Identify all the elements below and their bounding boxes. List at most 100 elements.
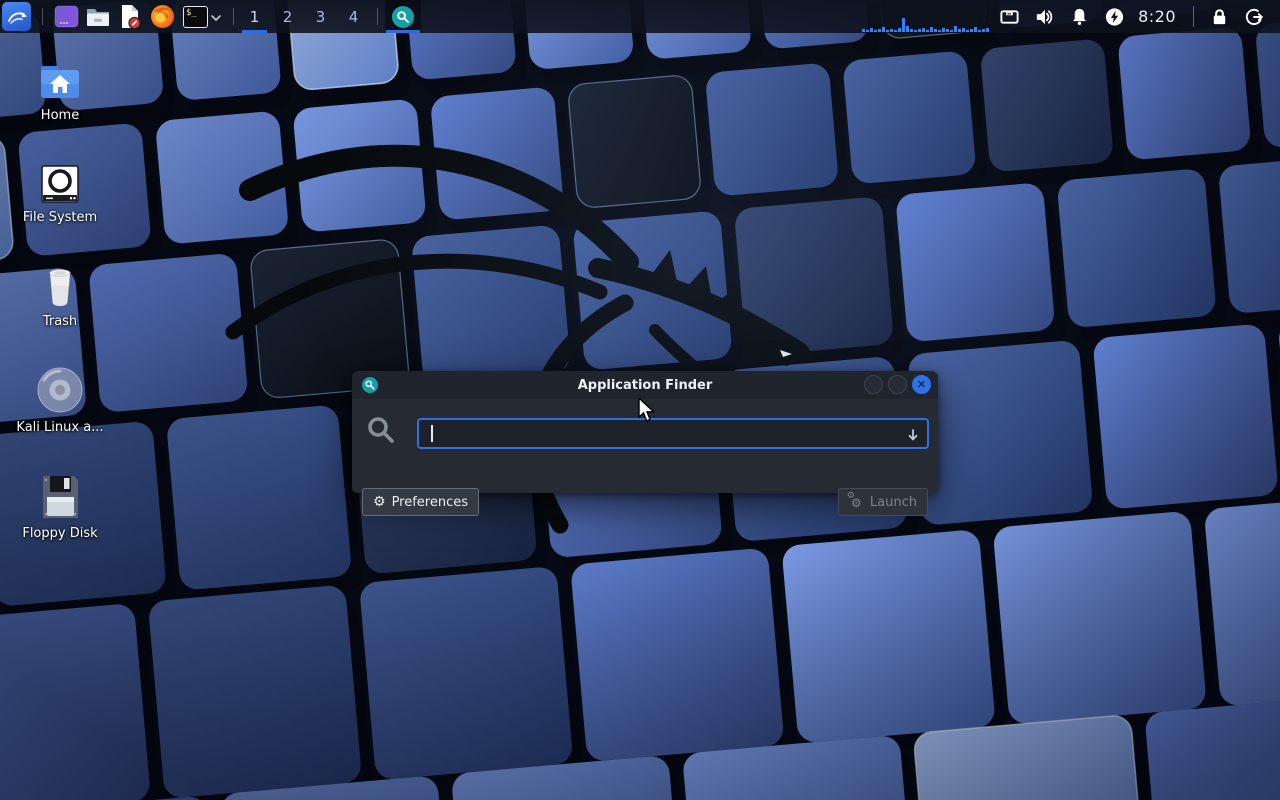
- cpu-bar: [958, 29, 961, 32]
- desktop-icon-label: Floppy Disk: [22, 526, 97, 541]
- close-icon: ✕: [917, 378, 926, 391]
- launcher-terminal[interactable]: $_: [183, 0, 226, 33]
- preferences-button[interactable]: ⚙ Preferences: [362, 488, 479, 516]
- terminal-icon: $_: [183, 6, 208, 28]
- workspace-label: 3: [316, 8, 326, 26]
- minimize-button[interactable]: [864, 375, 883, 394]
- applications-menu-button[interactable]: [0, 0, 35, 33]
- gear-icon: ⚙: [373, 495, 386, 509]
- panel-separator: [1193, 6, 1194, 27]
- cpu-bar: [934, 29, 937, 32]
- volume-icon[interactable]: [1034, 6, 1055, 27]
- maximize-button[interactable]: [888, 375, 907, 394]
- firefox-icon: [150, 4, 175, 29]
- desktop-icon-label: Home: [41, 108, 79, 123]
- workspace-button-3[interactable]: 3: [307, 0, 334, 33]
- cpu-bar: [946, 29, 949, 32]
- app-finder-panel-button[interactable]: [385, 0, 421, 33]
- top-panel: $_ 1 2 3 4: [0, 0, 1280, 33]
- notifications-icon[interactable]: [1069, 6, 1090, 27]
- cpu-bar: [914, 30, 917, 32]
- cpu-bar: [930, 27, 933, 32]
- cpu-bar: [970, 29, 973, 32]
- desktop-icon-file-system[interactable]: File System: [12, 158, 108, 225]
- power-manager-icon[interactable]: [1104, 6, 1125, 27]
- cpu-bar: [890, 29, 893, 32]
- desktop-icon-floppy-disk[interactable]: Floppy Disk: [12, 474, 108, 541]
- desktop-icon-kali-linux[interactable]: Kali Linux a...: [12, 368, 108, 435]
- preferences-label: Preferences: [392, 495, 468, 510]
- hard-drive-icon: [39, 158, 81, 204]
- window-titlebar[interactable]: Application Finder ✕: [352, 371, 938, 399]
- launcher-file-manager[interactable]: [82, 0, 114, 33]
- cpu-load-graph[interactable]: [860, 0, 992, 33]
- cpu-bar: [894, 30, 897, 32]
- text-editor-icon: [118, 4, 143, 30]
- cpu-bar: [982, 29, 985, 32]
- workspace-button-4[interactable]: 4: [340, 0, 367, 33]
- workspace-button-2[interactable]: 2: [274, 0, 301, 33]
- desktop-icon-label: Kali Linux a...: [16, 420, 103, 435]
- cpu-bar: [886, 30, 889, 32]
- network-icon[interactable]: [999, 6, 1020, 27]
- cpu-bar: [898, 28, 901, 32]
- panel-separator: [42, 8, 43, 25]
- lock-icon[interactable]: [1209, 6, 1230, 27]
- text-caret: [431, 425, 433, 442]
- cpu-bar: [878, 29, 881, 32]
- chevron-down-icon[interactable]: [210, 7, 226, 26]
- arrow-down-icon[interactable]: [906, 427, 920, 446]
- cpu-bar: [910, 29, 913, 32]
- cpu-bar: [986, 28, 989, 32]
- cpu-bar: [874, 30, 877, 32]
- cpu-bar: [966, 30, 969, 32]
- desktop-icon-trash[interactable]: Trash: [12, 262, 108, 329]
- panel-separator: [233, 8, 234, 25]
- launch-button[interactable]: ⚙⚙ Launch: [838, 488, 928, 516]
- application-finder-window: Application Finder ✕ ⚙ Prefere: [352, 371, 938, 493]
- cpu-bar: [922, 28, 925, 32]
- search-icon: [365, 414, 397, 450]
- cpu-bar: [906, 26, 909, 32]
- desktop-screen: Home File System Trash: [0, 0, 1280, 800]
- cpu-bar: [882, 27, 885, 32]
- cpu-bar: [962, 28, 965, 32]
- cpu-bar: [954, 26, 957, 32]
- search-input[interactable]: [419, 420, 927, 447]
- file-manager-icon: [85, 5, 111, 29]
- window-title: Application Finder: [352, 378, 938, 393]
- cpu-bar: [978, 30, 981, 32]
- dialog-body: ⚙ Preferences ⚙⚙ Launch: [352, 399, 938, 493]
- app-finder-icon: [362, 377, 378, 397]
- workspace-button-1[interactable]: 1: [241, 0, 268, 33]
- home-folder-icon: [38, 56, 82, 102]
- launch-label: Launch: [870, 495, 917, 510]
- desktop-icon-home[interactable]: Home: [12, 56, 108, 123]
- cpu-bar: [950, 30, 953, 32]
- cpu-bar: [918, 29, 921, 32]
- launcher-text-editor[interactable]: [114, 0, 146, 33]
- workspace-label: 2: [283, 8, 293, 26]
- cpu-bar: [974, 27, 977, 32]
- panel-separator: [377, 8, 378, 25]
- app-finder-icon: [392, 6, 414, 28]
- trash-icon: [38, 262, 82, 308]
- floppy-disk-icon: [38, 474, 82, 520]
- cpu-bar: [938, 30, 941, 32]
- cpu-bar: [870, 28, 873, 32]
- launcher-desktop-app[interactable]: [50, 0, 82, 33]
- launcher-firefox[interactable]: [146, 0, 178, 33]
- panel-clock[interactable]: 8:20: [1138, 7, 1176, 26]
- cpu-bar: [866, 30, 869, 32]
- close-button[interactable]: ✕: [912, 375, 931, 394]
- workspace-label: 4: [349, 8, 359, 26]
- search-field: [417, 418, 929, 449]
- cpu-bar: [902, 18, 905, 32]
- kali-menu-icon: [2, 2, 31, 31]
- cpu-bar: [942, 28, 945, 32]
- cpu-bar: [862, 29, 865, 32]
- desktop-icon-label: Trash: [43, 314, 77, 329]
- gears-icon: ⚙⚙: [849, 495, 864, 510]
- logout-icon[interactable]: [1244, 6, 1265, 27]
- desktop-app-icon: [54, 4, 79, 29]
